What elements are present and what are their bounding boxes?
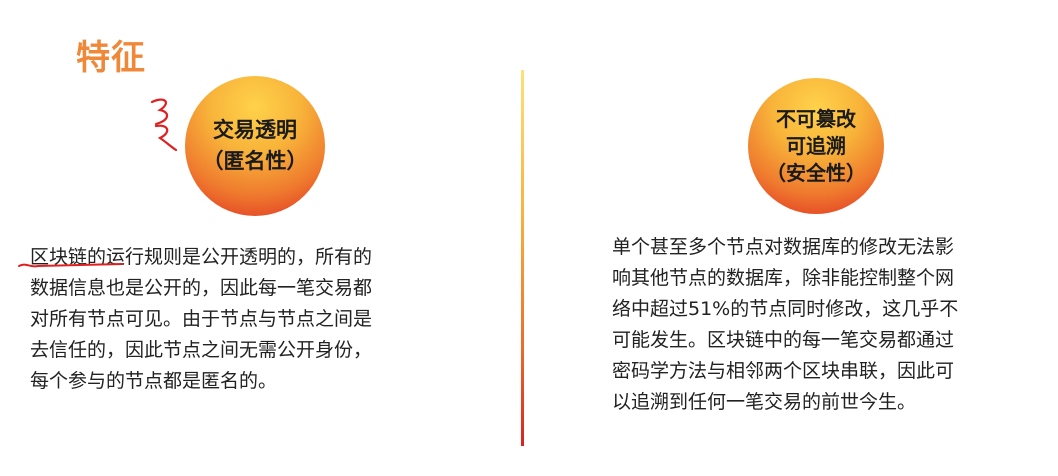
paragraph-line: 可能发生。区块链中的每一笔交易都通过 — [612, 329, 955, 351]
feature-circle-immutability: 不可篡改 可追溯 （安全性） — [748, 78, 884, 214]
paragraph-line: 络中超过51%的节点同时修改，这几乎不 — [612, 298, 959, 320]
feature-circle-transparency: 交易透明 （匿名性） — [185, 76, 325, 216]
paragraph-line: 数据信息也是公开的，因此每一笔交易都 — [30, 277, 373, 299]
circle-label-line: （匿名性） — [202, 149, 308, 173]
paragraph-line: 去信任的，因此节点之间无需公开身份， — [30, 339, 373, 361]
paragraph-line: 每个参与的节点都是匿名的。 — [30, 370, 278, 392]
circle-label-line: 不可篡改 — [776, 106, 856, 131]
circle-label-line: 可追溯 — [786, 133, 846, 158]
paragraph-line: 密码学方法与相邻两个区块串联，因此可 — [612, 360, 955, 382]
paragraph-line: 对所有节点可见。由于节点与节点之间是 — [30, 308, 373, 330]
handwritten-annotation-mark — [150, 98, 178, 152]
circle-label-line: （安全性） — [766, 160, 866, 185]
handwritten-underline — [18, 263, 123, 268]
paragraph-line: 以追溯到任何一笔交易的前世今生。 — [612, 391, 917, 413]
page-title: 特征 — [76, 38, 146, 78]
circle-label-line: 交易透明 — [213, 118, 297, 142]
paragraph-line: 单个甚至多个节点对数据库的修改无法影 — [612, 236, 955, 258]
paragraph-line: 响其他节点的数据库，除非能控制整个网 — [612, 267, 955, 289]
immutability-description: 单个甚至多个节点对数据库的修改无法影 响其他节点的数据库，除非能控制整个网 络中… — [612, 232, 1037, 418]
column-divider — [521, 70, 524, 446]
